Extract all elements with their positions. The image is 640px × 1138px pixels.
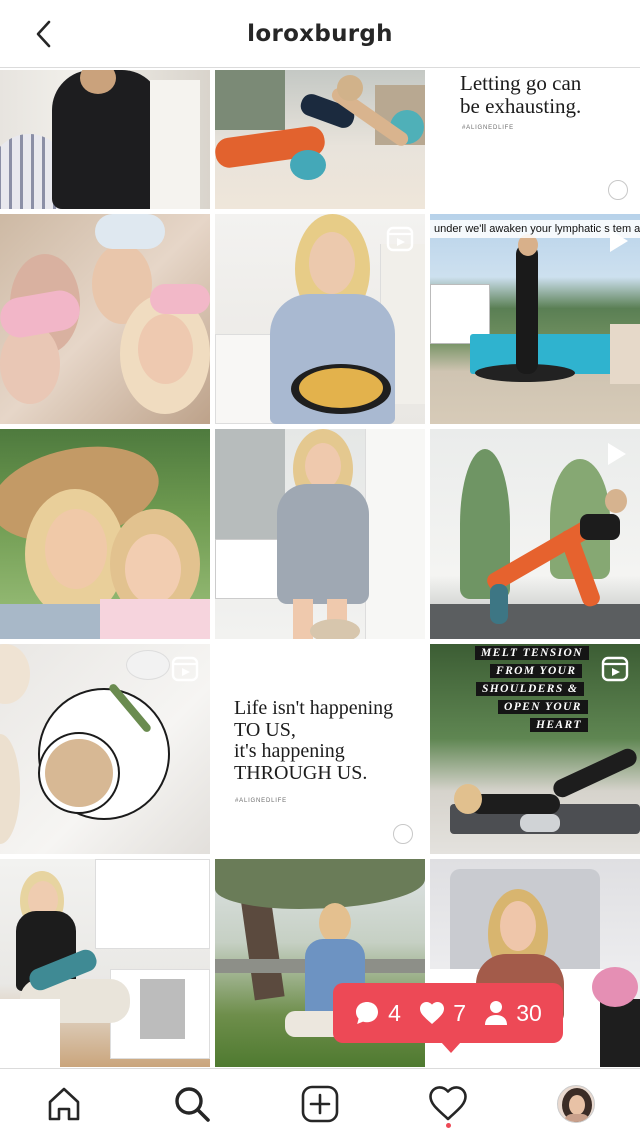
- play-icon: [602, 226, 632, 256]
- quote-line: THROUGH US.: [234, 761, 368, 784]
- back-button[interactable]: [28, 18, 60, 50]
- grid-post-8[interactable]: [215, 429, 425, 639]
- watermark-icon: [608, 180, 628, 200]
- nav-new-post[interactable]: [288, 1074, 352, 1134]
- search-icon: [175, 1086, 210, 1122]
- watermark-icon: [393, 824, 413, 844]
- chevron-left-icon: [36, 20, 51, 48]
- follows-count-value: 30: [516, 999, 542, 1026]
- reel-icon: [170, 654, 200, 684]
- home-icon: [48, 1087, 80, 1120]
- overlay-text: MELT TENSION: [475, 646, 589, 660]
- profile-username-title: loroxburgh: [247, 20, 393, 47]
- grid-post-13[interactable]: [0, 859, 210, 1067]
- reel-icon: [385, 224, 415, 254]
- overlay-text: FROM YOUR: [490, 664, 583, 678]
- nav-home[interactable]: [32, 1074, 96, 1134]
- heart-icon: [420, 1002, 445, 1024]
- quote-line: Letting go can: [460, 71, 582, 95]
- grid-post-11-quote[interactable]: Life isn't happening TO US, it's happeni…: [215, 644, 425, 854]
- grid-post-9[interactable]: [430, 429, 640, 639]
- new-post-icon: [301, 1085, 339, 1122]
- quote-line: it's happening: [234, 740, 345, 763]
- grid-post-5[interactable]: [215, 214, 425, 424]
- grid-post-3-quote[interactable]: Letting go can be exhausting. #ALIGNEDLI…: [430, 70, 640, 209]
- likes-count-value: 7: [453, 999, 466, 1026]
- bottom-navigation-bar: [0, 1068, 640, 1138]
- reel-icon: [600, 654, 630, 684]
- grid-post-1[interactable]: [0, 70, 210, 209]
- post-hashtag: #ALIGNEDLIFE: [235, 798, 287, 804]
- nav-search[interactable]: [160, 1074, 224, 1134]
- follows-count: 30: [484, 1000, 542, 1027]
- overlay-text: HEART: [530, 718, 588, 732]
- person-icon: [485, 1001, 508, 1025]
- grid-post-7[interactable]: [0, 429, 210, 639]
- overlay-text: SHOULDERS &: [476, 682, 585, 696]
- top-bar: loroxburgh: [0, 0, 640, 68]
- quote-line: be exhausting.: [460, 93, 582, 118]
- activity-notification-bubble[interactable]: 4 7 30: [333, 983, 563, 1053]
- comments-count-value: 4: [388, 999, 401, 1026]
- nav-profile[interactable]: [544, 1074, 608, 1134]
- comment-icon: [356, 1002, 379, 1024]
- grid-post-6[interactable]: under we'll awaken your lymphatic s tem …: [430, 214, 640, 424]
- quote-line: TO US,: [234, 718, 296, 741]
- post-grid: Letting go can be exhausting. #ALIGNEDLI…: [0, 70, 640, 1067]
- profile-avatar: [557, 1084, 595, 1123]
- grid-post-2[interactable]: [215, 70, 425, 209]
- grid-post-12[interactable]: MELT TENSION FROM YOUR SHOULDERS & OPEN …: [430, 644, 640, 854]
- nav-activity[interactable]: [416, 1074, 480, 1134]
- comments-count: 4: [354, 1000, 401, 1027]
- post-hashtag: #ALIGNEDLIFE: [462, 125, 514, 131]
- grid-post-4[interactable]: [0, 214, 210, 424]
- quote-line: Life isn't happening: [234, 697, 394, 719]
- activity-heart-icon: [429, 1085, 467, 1120]
- overlay-text: OPEN YOUR: [498, 700, 588, 714]
- activity-indicator-dot: [446, 1122, 451, 1128]
- grid-post-10[interactable]: [0, 644, 210, 854]
- play-icon: [600, 439, 630, 469]
- likes-count: 7: [419, 1000, 466, 1027]
